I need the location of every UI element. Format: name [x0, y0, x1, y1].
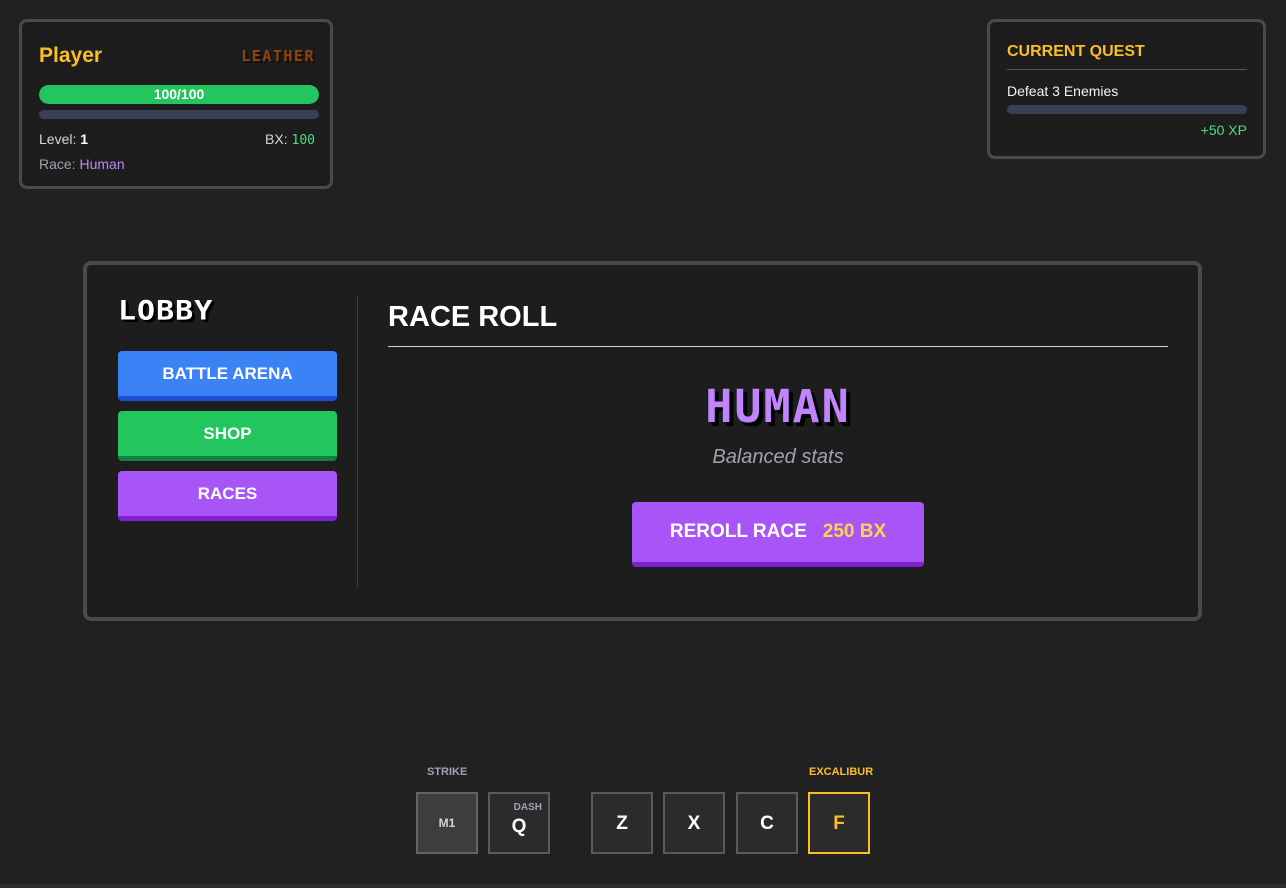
bx-label: BX:: [265, 131, 292, 147]
armor-name: LEATHER: [241, 47, 315, 65]
quest-title: CURRENT QUEST: [1007, 43, 1145, 60]
hotbar-slot-x[interactable]: X: [663, 792, 725, 854]
slot-key-c: C: [760, 813, 774, 834]
slot-key-z: Z: [616, 813, 628, 834]
quest-panel: CURRENT QUEST Defeat 3 Enemies +50 XP: [987, 19, 1266, 159]
panel-divider: [357, 296, 358, 587]
quest-reward: +50 XP: [1200, 122, 1247, 138]
reroll-race-button[interactable]: REROLL RACE 250 BX: [632, 502, 924, 567]
lobby-title: LOBBY: [118, 295, 214, 327]
hotbar-slot-f[interactable]: F: [808, 792, 870, 854]
xp-bar: [39, 110, 319, 119]
lobby-panel: LOBBY BATTLE ARENA SHOP RACES RACE ROLL …: [83, 261, 1202, 621]
health-text: 100/100: [153, 86, 205, 102]
hotbar-slot-m1[interactable]: M1: [416, 792, 478, 854]
level-value: 1: [80, 131, 89, 147]
player-panel: Player LEATHER 100/100 Level: 1 BX: 100 …: [19, 19, 333, 189]
races-button[interactable]: RACES: [118, 471, 337, 521]
health-bar: 100/100: [39, 85, 319, 104]
reroll-label: REROLL RACE: [669, 521, 807, 542]
quest-divider: [1007, 69, 1247, 70]
bx-value: 100: [291, 133, 315, 148]
hotbar-slot-c[interactable]: C: [736, 792, 798, 854]
level-label: Level:: [39, 131, 81, 147]
race-stat: Race: Human: [39, 156, 125, 172]
shop-button[interactable]: SHOP: [118, 411, 337, 461]
slot-key-q: Q: [511, 816, 527, 837]
hotbar-slot-q[interactable]: DASH Q: [488, 792, 550, 854]
level-stat: Level: 1: [39, 131, 88, 147]
race-value: Human: [79, 156, 125, 172]
race-roll-title: RACE ROLL: [388, 301, 558, 333]
race-roll-divider: [388, 346, 1168, 347]
excalibur-label: EXCALIBUR: [809, 766, 874, 778]
screen-bottom-edge: [0, 884, 1286, 888]
reroll-cost: 250 BX: [822, 521, 887, 542]
hotbar-slot-z[interactable]: Z: [591, 792, 653, 854]
slot-key-f: F: [833, 813, 845, 834]
bx-stat: BX: 100: [265, 131, 315, 148]
game-screen: Player LEATHER 100/100 Level: 1 BX: 100 …: [0, 0, 1286, 888]
quest-progress-bar: [1007, 105, 1247, 114]
slot-key-x: X: [687, 813, 701, 834]
race-label: Race:: [39, 156, 80, 172]
race-name: HUMAN: [705, 380, 851, 433]
dash-label: DASH: [513, 802, 542, 813]
race-description: Balanced stats: [712, 446, 844, 468]
strike-label: STRIKE: [427, 766, 468, 778]
quest-description: Defeat 3 Enemies: [1007, 83, 1119, 99]
battle-arena-button[interactable]: BATTLE ARENA: [118, 351, 337, 401]
player-name: Player: [39, 44, 103, 67]
slot-key-m1: M1: [438, 816, 456, 830]
